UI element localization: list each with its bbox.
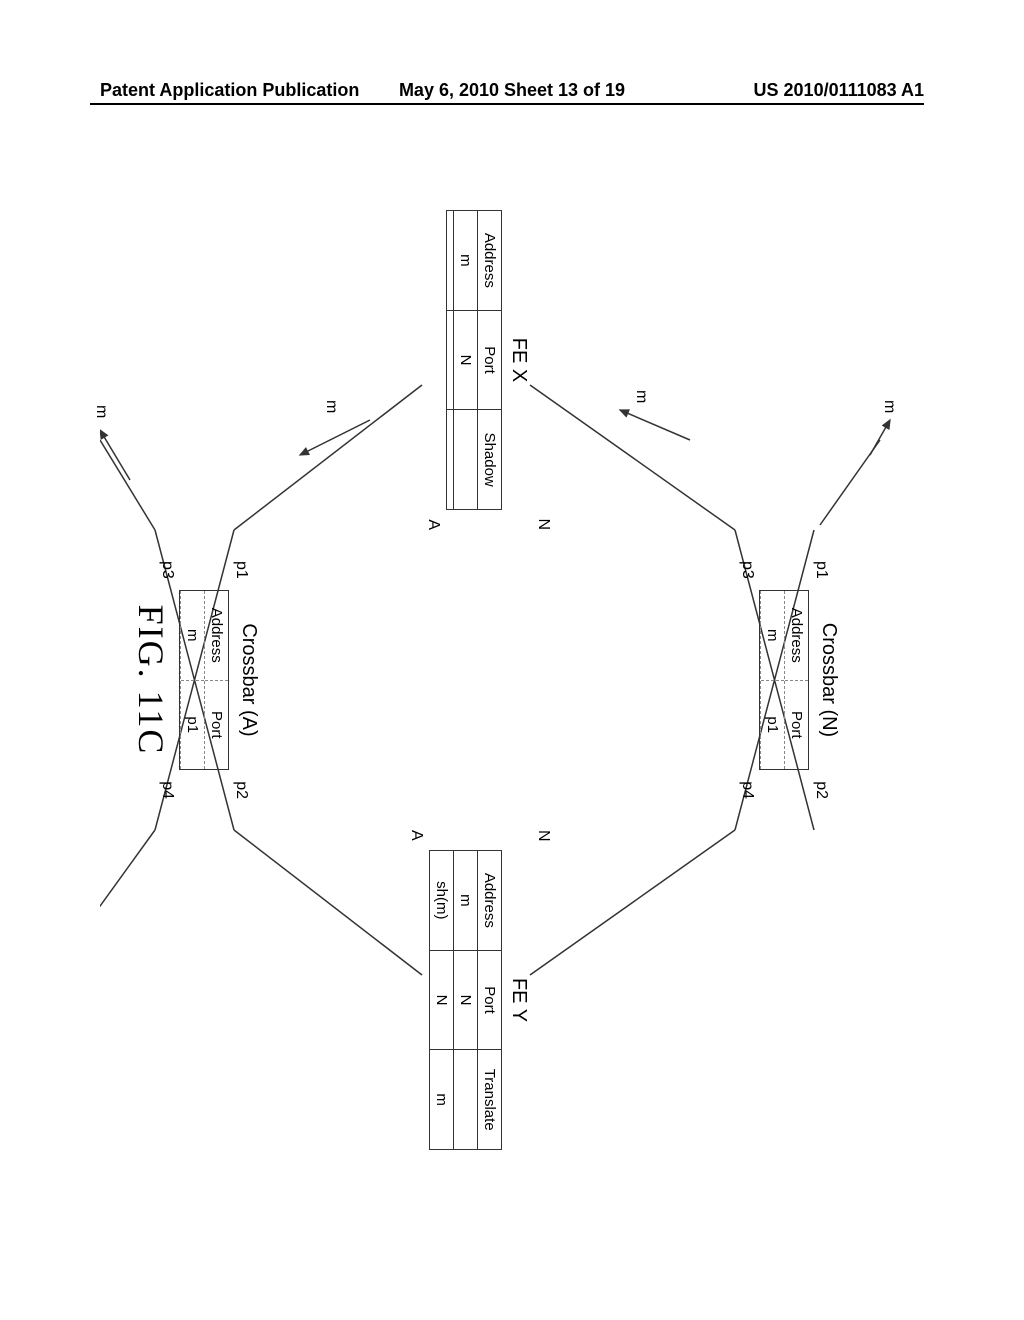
diagram-container: Crossbar (N) Address Port m p1 p1 p2 p3 … [100,180,900,1180]
fe-x-r1-address: m [453,211,477,311]
crossbar-a-header-port: Port [205,681,228,770]
crossbar-n-cell-port: p1 [761,681,784,770]
crossbar-a-port-p1: p1 [232,561,250,579]
crossbar-a-port-p3: p3 [158,561,176,579]
crossbar-n-cell-address: m [761,591,784,681]
fe-x-header-port: Port [477,311,501,411]
flow-m-top: m [880,400,898,413]
crossbar-a-cell-address: m [181,591,204,681]
fe-x-table: Address Port Shadow m N [446,210,502,510]
crossbar-a-port-p2: p2 [232,781,250,799]
fe-y-header-port: Port [477,951,501,1051]
crossbar-n-header-address: Address [785,591,808,681]
crossbar-n-table: Address Port m p1 p1 p2 p3 p4 [759,590,809,770]
fe-y-r1-port: N [453,951,477,1051]
fe-x-r2-shadow [447,410,453,509]
flow-m-bottom: m [92,405,110,418]
crossbar-a-table: Address Port m p1 p1 p2 p3 p4 [179,590,229,770]
crossbar-a-cell-port: p1 [181,681,204,770]
crossbar-n-port-p1: p1 [812,561,830,579]
flow-m-lower: m [322,400,340,413]
fe-x-port-a: A [424,519,442,530]
header-center: May 6, 2010 Sheet 13 of 19 [375,80,650,101]
header-rule [90,103,924,105]
fe-y-table: Address Port Translate m N sh(m) N m [429,850,502,1150]
fe-x-header-address: Address [477,211,501,311]
crossbar-n-port-p3: p3 [738,561,756,579]
fe-y-r2-address: sh(m) [430,851,453,951]
crossbar-a-port-p4: p4 [158,781,176,799]
crossbar-n-port-p2: p2 [812,781,830,799]
figure-label: FIG. 11C [130,605,172,756]
flow-m-upper: m [632,390,650,403]
fe-y-port-a: A [407,830,425,841]
crossbar-a-header-address: Address [205,591,228,681]
fe-y-r2-translate: m [430,1050,453,1149]
fe-y-port-n: N [534,830,552,842]
fe-y-r1-address: m [453,851,477,951]
fe-x-header-shadow: Shadow [477,410,501,509]
fe-x-port-n: N [534,518,552,530]
fe-y-header-address: Address [477,851,501,951]
fe-y-header-translate: Translate [477,1050,501,1149]
crossbar-a: Crossbar (A) Address Port m p1 p1 p2 p3 … [179,380,260,980]
fe-x-r2-address [447,211,453,311]
crossbar-n: Crossbar (N) Address Port m p1 p1 p2 p3 … [759,380,840,980]
fe-y-r2-port: N [430,951,453,1051]
fe-x-r2-port [447,311,453,411]
page-header: Patent Application Publication May 6, 20… [0,80,1024,101]
header-right: US 2010/0111083 A1 [649,80,924,101]
fe-y-r1-translate [453,1050,477,1149]
fe-x: FE X Address Port Shadow m N N [446,210,530,510]
header-left: Patent Application Publication [100,80,375,101]
fe-y: FE Y Address Port Translate m N sh(m) N … [429,850,530,1150]
fe-x-label: FE X [507,210,530,510]
crossbar-a-label: Crossbar (A) [237,380,260,980]
fe-x-r1-shadow [453,410,477,509]
crossbar-n-header-port: Port [785,681,808,770]
crossbar-n-port-p4: p4 [738,781,756,799]
fe-x-r1-port: N [453,311,477,411]
fe-y-label: FE Y [507,850,530,1150]
crossbar-n-label: Crossbar (N) [817,380,840,980]
